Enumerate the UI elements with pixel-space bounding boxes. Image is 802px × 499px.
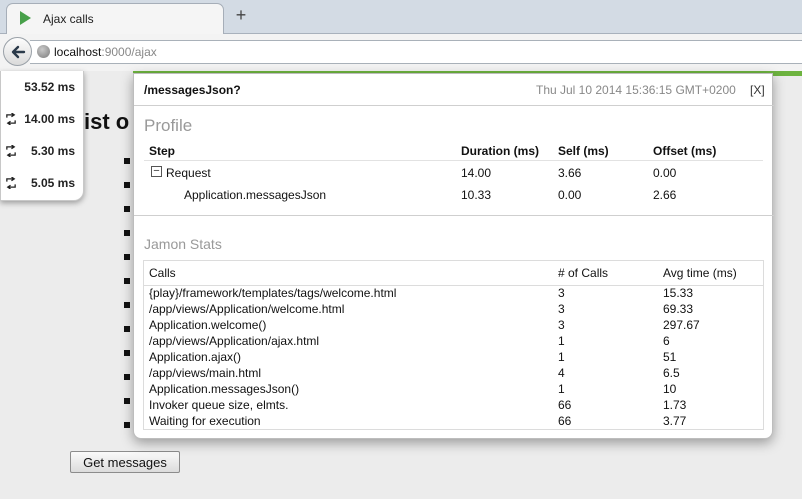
browser-tab-active[interactable]: Ajax calls (6, 3, 224, 35)
profiler-result[interactable]: 5.05 ms (1, 173, 85, 195)
result-time: 5.30 ms (30, 144, 75, 158)
jamon-call: /app/views/main.html (149, 366, 262, 380)
collapse-toggle[interactable]: − (151, 166, 162, 177)
list-bullet (124, 350, 130, 356)
list-bullet (124, 422, 130, 428)
jamon-call: {play}/framework/templates/tags/welcome.… (149, 286, 397, 300)
tab-strip: Ajax calls + (0, 0, 802, 35)
ajax-icon (6, 113, 16, 125)
profile-self: 3.66 (558, 166, 582, 180)
profile-title: Profile (144, 116, 193, 135)
header-avg: Avg time (ms) (663, 266, 737, 280)
request-date: Thu Jul 10 2014 15:36:15 GMT+0200 (536, 83, 736, 97)
profiler-result[interactable]: 5.30 ms (1, 141, 85, 163)
jamon-title: Jamon Stats (144, 236, 222, 252)
profiler-result[interactable]: 53.52 ms (1, 77, 85, 99)
jamon-avg: 15.33 (663, 286, 694, 300)
header-divider (144, 160, 763, 161)
tab-title: Ajax calls (43, 12, 94, 26)
url-host: localhost (54, 45, 102, 59)
jamon-call: Waiting for execution (149, 414, 261, 428)
profile-offset: 2.66 (653, 188, 677, 202)
jamon-count: 3 (558, 318, 565, 332)
jamon-avg: 1.73 (663, 398, 687, 412)
list-bullet (124, 302, 130, 308)
jamon-call: /app/views/Application/welcome.html (149, 302, 345, 316)
profile-duration: 14.00 (461, 166, 492, 180)
request-name: /messagesJson? (144, 83, 241, 97)
jamon-avg: 297.67 (663, 318, 700, 332)
play-icon (20, 11, 31, 25)
jamon-call: /app/views/Application/ajax.html (149, 334, 320, 348)
header-duration: Duration (ms) (461, 144, 539, 158)
result-time: 5.05 ms (30, 176, 75, 190)
header-count: # of Calls (558, 266, 609, 280)
header-calls: Calls (149, 266, 176, 280)
new-tab-button[interactable]: + (231, 5, 251, 25)
header-step: Step (149, 144, 176, 158)
result-time: 14.00 ms (24, 112, 75, 126)
jamon-avg: 3.77 (663, 414, 687, 428)
jamon-count: 1 (558, 382, 565, 396)
profile-duration: 10.33 (461, 188, 492, 202)
jamon-count: 1 (558, 334, 565, 348)
jamon-count: 1 (558, 350, 565, 364)
url-path: :9000/ajax (101, 45, 157, 59)
profile-offset: 0.00 (653, 166, 677, 180)
back-button[interactable] (3, 37, 32, 66)
divider (134, 215, 774, 216)
profile-step: Request (166, 166, 211, 180)
get-messages-button[interactable]: Get messages (70, 451, 180, 473)
back-arrow-icon (11, 45, 26, 59)
header-offset: Offset (ms) (653, 144, 717, 158)
jamon-call: Invoker queue size, elmts. (149, 398, 289, 412)
divider (134, 105, 774, 106)
list-bullet (124, 374, 130, 380)
close-button[interactable]: [X] (750, 83, 765, 97)
ajax-icon (6, 177, 16, 189)
list-bullet (124, 326, 130, 332)
list-bullet (124, 206, 130, 212)
jamon-avg: 6.5 (663, 366, 680, 380)
list-bullet (124, 230, 130, 236)
profiler-result[interactable]: 14.00 ms (1, 109, 85, 131)
jamon-count: 3 (558, 302, 565, 316)
result-time: 53.52 ms (24, 80, 75, 94)
list-bullet (124, 278, 130, 284)
header-self: Self (ms) (558, 144, 609, 158)
jamon-count: 3 (558, 286, 565, 300)
url-text[interactable]: localhost:9000/ajax (54, 45, 157, 59)
profile-self: 0.00 (558, 188, 582, 202)
jamon-count: 66 (558, 414, 572, 428)
list-bullet (124, 254, 130, 260)
globe-icon (37, 45, 50, 58)
jamon-count: 4 (558, 366, 565, 380)
page-heading: ist o (84, 109, 130, 134)
jamon-call: Application.messagesJson() (149, 382, 300, 396)
list-bullet (124, 398, 130, 404)
list-bullet (124, 158, 130, 164)
profiler-results: 53.52 ms 14.00 ms 5.30 ms 5.05 ms (0, 71, 84, 201)
jamon-call: Application.welcome() (149, 318, 267, 332)
jamon-avg: 6 (663, 334, 670, 348)
list-bullet (124, 182, 130, 188)
profile-step: Application.messagesJson (184, 188, 327, 202)
jamon-avg: 69.33 (663, 302, 694, 316)
jamon-avg: 10 (663, 382, 677, 396)
jamon-avg: 51 (663, 350, 677, 364)
profiler-popup: /messagesJson? Thu Jul 10 2014 15:36:15 … (133, 73, 774, 439)
jamon-count: 66 (558, 398, 572, 412)
ajax-icon (6, 145, 16, 157)
jamon-call: Application.ajax() (149, 350, 242, 364)
